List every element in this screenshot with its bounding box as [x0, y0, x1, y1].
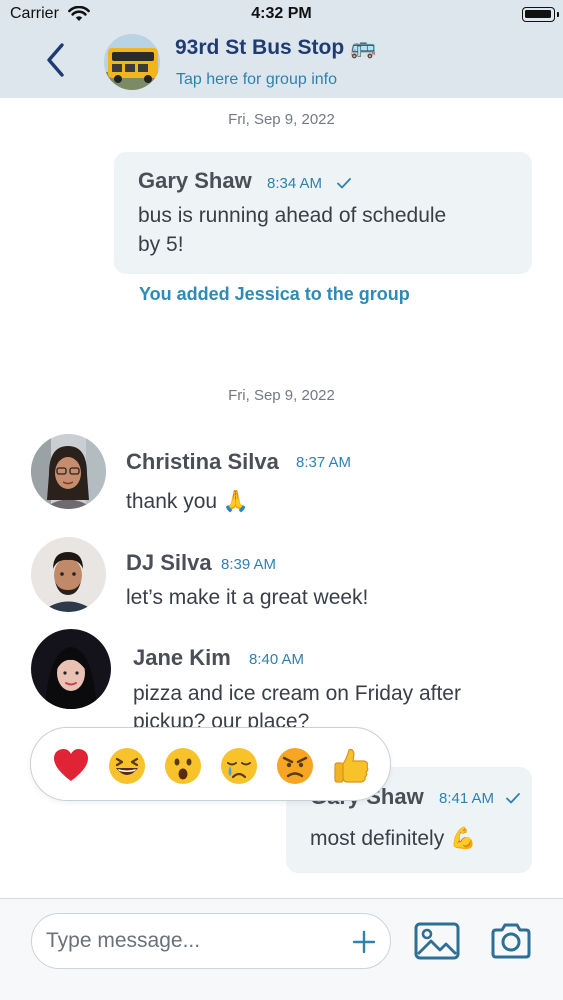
message-input-wrapper: [31, 913, 391, 969]
laughing-face-icon: [109, 748, 145, 784]
message-input-bar: [0, 898, 563, 1000]
battery-icon: [522, 7, 559, 22]
chat-header: Carrier 4:32 PM 93rd St Bus Stop 🚌 Tap h…: [0, 0, 563, 98]
message-sender: Jane Kim: [133, 645, 231, 670]
christina-avatar-image: [31, 434, 106, 509]
message-text: thank you 🙏: [126, 490, 250, 513]
camera-icon: [491, 923, 531, 959]
reaction-picker: [30, 727, 391, 801]
avatar[interactable]: [31, 537, 106, 612]
message-time: 8:37 AM: [296, 454, 352, 471]
back-chevron-icon: [47, 43, 64, 77]
avatar[interactable]: [31, 434, 106, 509]
reaction-wow[interactable]: [163, 746, 203, 786]
plus-icon: [352, 930, 376, 954]
reaction-laugh[interactable]: [107, 746, 147, 786]
date-separator: Fri, Sep 9, 2022: [228, 111, 335, 128]
reaction-angry[interactable]: [275, 746, 315, 786]
message-input[interactable]: [46, 922, 336, 960]
message-sender: Christina Silva: [126, 449, 279, 474]
group-info-link[interactable]: Tap here for group info: [176, 71, 337, 89]
reaction-sad[interactable]: [219, 746, 259, 786]
message-time: 8:41 AM: [439, 790, 495, 807]
group-title[interactable]: 93rd St Bus Stop 🚌: [175, 36, 376, 60]
image-icon: [414, 922, 460, 960]
back-button[interactable]: [40, 40, 70, 80]
message-text: let’s make it a great week!: [126, 586, 369, 609]
message-time: 8:34 AM: [267, 175, 323, 192]
status-time: 4:32 PM: [251, 5, 312, 22]
surprised-face-icon: [165, 748, 201, 784]
reaction-heart[interactable]: [51, 746, 91, 786]
message-text: most definitely 💪: [310, 827, 477, 850]
checkmark-icon: [506, 793, 520, 804]
dj-avatar-image: [31, 537, 106, 612]
angry-face-icon: [277, 748, 313, 784]
system-message[interactable]: You added Jessica to the group: [139, 284, 410, 305]
checkmark-icon: [337, 178, 351, 189]
message-time: 8:40 AM: [249, 651, 305, 668]
group-avatar[interactable]: [104, 34, 160, 90]
message-text-line: bus is running ahead of schedule: [138, 204, 447, 227]
date-separator: Fri, Sep 9, 2022: [228, 387, 335, 404]
status-bar: Carrier 4:32 PM: [0, 0, 563, 30]
message-clip-area: pickup? our place?: [0, 680, 563, 730]
crying-face-icon: [221, 748, 257, 784]
camera-button[interactable]: [489, 921, 533, 961]
thumbs-up-icon: [334, 748, 369, 783]
outgoing-message-bubble[interactable]: Gary Shaw 8:34 AM bus is running ahead o…: [114, 152, 532, 274]
message-sender: DJ Silva: [126, 550, 212, 575]
heart-icon: [54, 749, 88, 781]
message-sender: Gary Shaw: [138, 168, 252, 193]
message-text-line: by 5!: [138, 233, 184, 256]
message-time: 8:39 AM: [221, 556, 277, 573]
reaction-thumbs-up[interactable]: [331, 746, 371, 786]
gallery-button[interactable]: [413, 921, 461, 961]
add-attachment-button[interactable]: [348, 926, 380, 958]
school-bus-image: [104, 34, 160, 90]
